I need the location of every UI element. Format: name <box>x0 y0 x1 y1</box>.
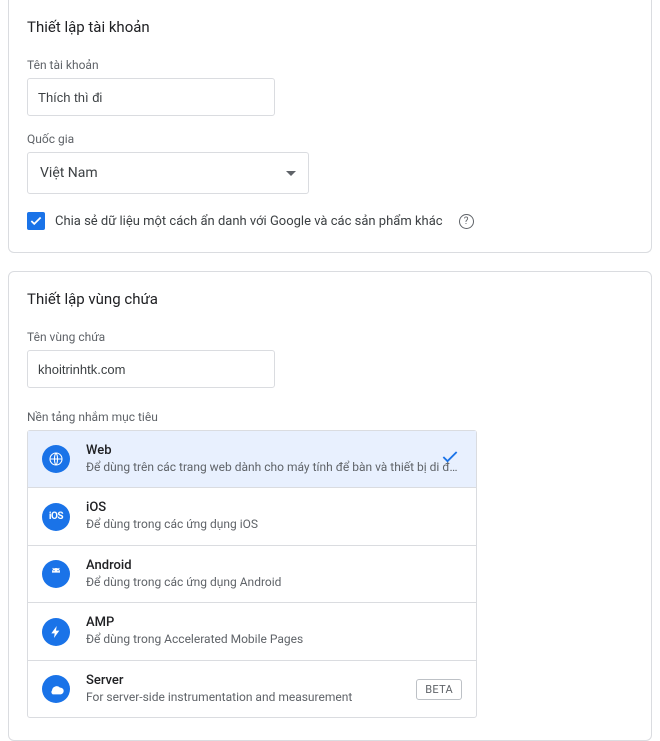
account-section-title: Thiết lập tài khoản <box>27 18 633 36</box>
platform-list: Web Để dùng trên các trang web dành cho … <box>27 430 477 718</box>
account-setup-card: Thiết lập tài khoản Tên tài khoản Quốc g… <box>8 0 652 253</box>
platform-text: iOS Để dùng trong các ứng dụng iOS <box>86 500 462 532</box>
platform-item-web[interactable]: Web Để dùng trên các trang web dành cho … <box>28 431 476 487</box>
country-select[interactable]: Việt Nam <box>27 152 309 194</box>
share-data-row: Chia sẻ dữ liệu một cách ẩn danh với Goo… <box>27 212 633 230</box>
platform-desc: For server-side instrumentation and meas… <box>86 690 408 706</box>
platform-label: Nền tảng nhắm mục tiêu <box>27 410 633 424</box>
container-section-title: Thiết lập vùng chứa <box>27 290 633 308</box>
selected-check-icon <box>440 447 460 471</box>
platform-item-android[interactable]: Android Để dùng trong các ứng dụng Andro… <box>28 545 476 602</box>
platform-item-ios[interactable]: iOS iOS Để dùng trong các ứng dụng iOS <box>28 487 476 544</box>
container-name-label: Tên vùng chứa <box>27 330 633 344</box>
ios-icon: iOS <box>42 503 70 531</box>
platform-desc: Để dùng trong Accelerated Mobile Pages <box>86 632 462 648</box>
amp-icon <box>42 618 70 646</box>
country-value: Việt Nam <box>40 165 98 181</box>
container-name-input[interactable] <box>27 350 275 388</box>
account-name-label: Tên tài khoản <box>27 58 633 72</box>
country-label: Quốc gia <box>27 132 633 146</box>
check-icon <box>29 214 43 228</box>
share-data-checkbox[interactable] <box>27 212 45 230</box>
platform-text: Server For server-side instrumentation a… <box>86 673 408 705</box>
platform-title: Server <box>86 673 408 690</box>
account-name-input[interactable] <box>27 78 275 116</box>
platform-desc: Để dùng trong các ứng dụng Android <box>86 575 462 591</box>
beta-badge: BETA <box>416 679 462 700</box>
platform-item-server[interactable]: Server For server-side instrumentation a… <box>28 660 476 717</box>
platform-item-amp[interactable]: AMP Để dùng trong Accelerated Mobile Pag… <box>28 602 476 659</box>
container-setup-card: Thiết lập vùng chứa Tên vùng chứa Nền tả… <box>8 271 652 741</box>
platform-text: Android Để dùng trong các ứng dụng Andro… <box>86 558 462 590</box>
platform-title: iOS <box>86 500 462 517</box>
share-data-label: Chia sẻ dữ liệu một cách ẩn danh với Goo… <box>55 214 443 229</box>
platform-title: Web <box>86 443 462 460</box>
server-icon <box>42 675 70 703</box>
platform-text: Web Để dùng trên các trang web dành cho … <box>86 443 462 475</box>
web-icon <box>42 445 70 473</box>
platform-title: Android <box>86 558 462 575</box>
platform-desc: Để dùng trên các trang web dành cho máy … <box>86 460 462 476</box>
platform-desc: Để dùng trong các ứng dụng iOS <box>86 517 462 533</box>
help-icon[interactable]: ? <box>459 214 474 229</box>
chevron-down-icon <box>286 171 296 176</box>
platform-title: AMP <box>86 615 462 632</box>
platform-text: AMP Để dùng trong Accelerated Mobile Pag… <box>86 615 462 647</box>
android-icon <box>42 560 70 588</box>
